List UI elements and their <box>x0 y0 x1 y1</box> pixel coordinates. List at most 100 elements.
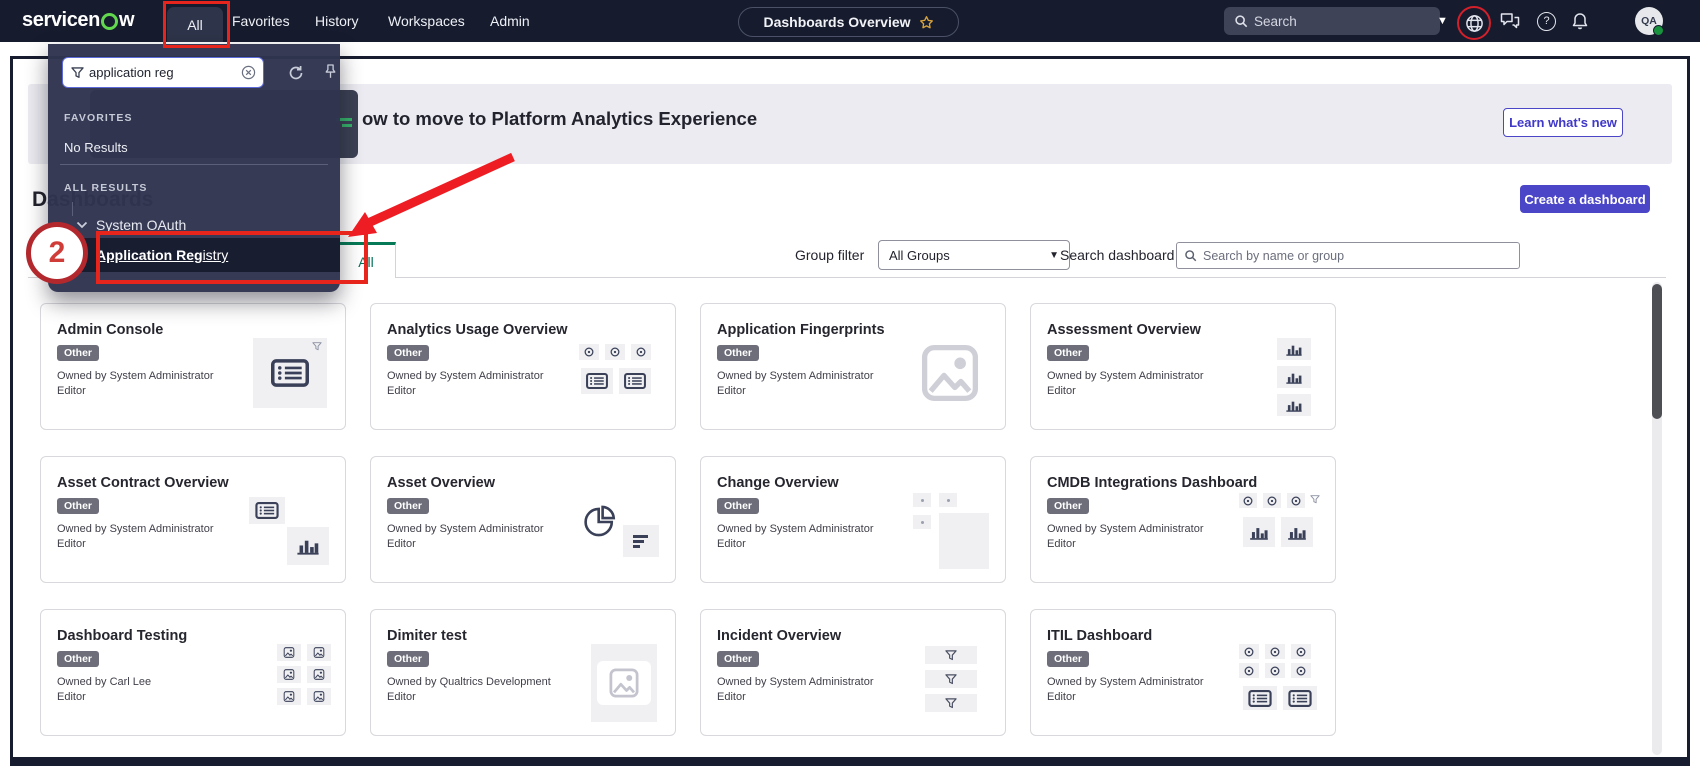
help-icon[interactable]: ? <box>1537 0 1556 42</box>
card-thumbnail-funnels <box>909 644 993 728</box>
logo-green-o-icon <box>101 13 118 30</box>
card-title: ITIL Dashboard <box>1047 628 1321 644</box>
dashboard-card[interactable]: Change Overview Other Owned by System Ad… <box>700 456 1006 583</box>
all-menu-dropdown: FAVORITES No Results ALL RESULTS System … <box>48 44 340 292</box>
menu-filter-input[interactable] <box>84 65 241 80</box>
search-icon <box>1184 249 1197 262</box>
banner-title: ow to move to Platform Analytics Experie… <box>362 108 757 130</box>
create-dashboard-button[interactable]: Create a dashboard <box>1520 185 1650 213</box>
global-search[interactable]: ▼ <box>1224 7 1440 35</box>
group-filter-label: Group filter <box>795 247 864 263</box>
globe-icon-red-annotation[interactable] <box>1457 6 1491 40</box>
card-badge: Other <box>57 498 99 514</box>
card-badge: Other <box>387 651 429 667</box>
group-label: System OAuth <box>96 217 186 233</box>
search-icon <box>1234 14 1248 28</box>
top-navbar: servicenw All Favorites History Workspac… <box>0 0 1700 42</box>
card-thumbnail-dots-blocks <box>909 491 993 575</box>
card-thumbnail-circles-lists <box>579 338 663 422</box>
card-title: Change Overview <box>717 475 991 491</box>
group-filter-select[interactable]: All Groups ▼ <box>878 240 1070 270</box>
card-badge: Other <box>717 498 759 514</box>
card-title: Asset Overview <box>387 475 661 491</box>
servicenow-dashboards-screen: servicenw All Favorites History Workspac… <box>0 0 1700 766</box>
chevron-down-icon <box>76 221 88 229</box>
funnel-icon <box>71 67 84 79</box>
favorites-no-results: No Results <box>64 140 128 155</box>
favorites-header: FAVORITES <box>64 112 133 124</box>
funnel-icon <box>1310 495 1320 504</box>
card-thumbnail-bar-column <box>1239 338 1323 422</box>
group-filter-value: All Groups <box>889 248 950 263</box>
nav-menu-admin[interactable]: Admin <box>490 0 530 42</box>
scrollbar-thumb[interactable] <box>1652 284 1662 419</box>
clear-icon[interactable] <box>241 65 256 80</box>
presence-status-dot <box>1653 25 1664 36</box>
user-avatar[interactable]: QA <box>1635 7 1663 35</box>
connect-chat-icon[interactable] <box>1500 0 1520 42</box>
funnel-icon <box>312 342 322 351</box>
dashboard-search[interactable] <box>1176 242 1520 269</box>
nav-menu-workspaces[interactable]: Workspaces <box>388 0 465 42</box>
card-thumbnail-circles-lists <box>1239 644 1323 728</box>
dashboard-card[interactable]: Application Fingerprints Other Owned by … <box>700 303 1006 430</box>
menu-group-system-oauth[interactable]: System OAuth <box>48 212 340 238</box>
card-thumbnail-circles-bars <box>1239 491 1323 575</box>
dashboard-card[interactable]: Incident Overview Other Owned by System … <box>700 609 1006 736</box>
dashboard-card[interactable]: ITIL Dashboard Other Owned by System Adm… <box>1030 609 1336 736</box>
chevron-down-icon: ▼ <box>1049 250 1059 261</box>
notifications-bell-icon[interactable] <box>1571 0 1589 42</box>
card-badge: Other <box>717 345 759 361</box>
dashboard-card[interactable]: Asset Overview Other Owned by System Adm… <box>370 456 676 583</box>
current-page-pill[interactable]: Dashboards Overview <box>738 7 959 37</box>
card-title: Application Fingerprints <box>717 322 991 338</box>
card-thumbnail-list-bars <box>249 491 333 575</box>
card-title: Assessment Overview <box>1047 322 1321 338</box>
favorite-star-icon[interactable] <box>919 15 934 30</box>
card-badge: Other <box>1047 345 1089 361</box>
dashboard-card[interactable]: Admin Console Other Owned by System Admi… <box>40 303 346 430</box>
nav-menu-history[interactable]: History <box>315 0 359 42</box>
all-results-header: ALL RESULTS <box>64 182 147 194</box>
card-thumbnail-image-placeholder <box>909 338 993 422</box>
dashboard-search-input[interactable] <box>1197 249 1519 263</box>
dashboard-card[interactable]: Analytics Usage Overview Other Owned by … <box>370 303 676 430</box>
learn-whats-new-button[interactable]: Learn what's new <box>1503 108 1623 137</box>
nav-menu-favorites[interactable]: Favorites <box>232 0 290 42</box>
card-badge: Other <box>57 345 99 361</box>
card-badge: Other <box>1047 498 1089 514</box>
nav-menu-all[interactable]: All <box>167 7 223 42</box>
card-thumbnail-pie-hbars <box>579 491 663 575</box>
card-title: CMDB Integrations Dashboard <box>1047 475 1321 491</box>
card-thumbnail-image-tile <box>579 644 663 728</box>
menu-divider <box>60 164 328 165</box>
dashboard-card[interactable]: Assessment Overview Other Owned by Syste… <box>1030 303 1336 430</box>
search-dropdown-caret[interactable]: ▼ <box>1437 15 1448 27</box>
dashboard-card[interactable]: Asset Contract Overview Other Owned by S… <box>40 456 346 583</box>
card-badge: Other <box>387 498 429 514</box>
servicenow-logo[interactable]: servicenw <box>22 9 134 32</box>
global-search-input[interactable] <box>1248 14 1437 29</box>
result-typed-part: Application Reg <box>96 247 203 263</box>
search-dashboard-label: Search dashboard <box>1060 247 1174 263</box>
refresh-icon[interactable] <box>288 65 304 81</box>
card-thumbnail-image-grid <box>249 644 333 728</box>
pin-icon[interactable] <box>324 64 337 79</box>
card-title: Incident Overview <box>717 628 991 644</box>
menu-item-application-registry[interactable]: Application Registry <box>48 238 340 272</box>
card-title: Admin Console <box>57 322 331 338</box>
menu-filter[interactable] <box>62 57 264 88</box>
card-title: Dimiter test <box>387 628 661 644</box>
card-badge: Other <box>387 345 429 361</box>
image-icon <box>921 344 979 402</box>
pie-chart-icon <box>583 505 617 539</box>
card-title: Analytics Usage Overview <box>387 322 661 338</box>
card-badge: Other <box>717 651 759 667</box>
dashboard-card-grid: Admin Console Other Owned by System Admi… <box>40 303 1336 736</box>
dashboard-card[interactable]: Dashboard Testing Other Owned by Carl Le… <box>40 609 346 736</box>
globe-icon <box>1465 14 1484 33</box>
result-rest-part: istry <box>203 247 229 263</box>
dashboard-card[interactable]: Dimiter test Other Owned by Qualtrics De… <box>370 609 676 736</box>
tab-all[interactable]: All <box>336 242 396 278</box>
dashboard-card[interactable]: CMDB Integrations Dashboard Other Owned … <box>1030 456 1336 583</box>
